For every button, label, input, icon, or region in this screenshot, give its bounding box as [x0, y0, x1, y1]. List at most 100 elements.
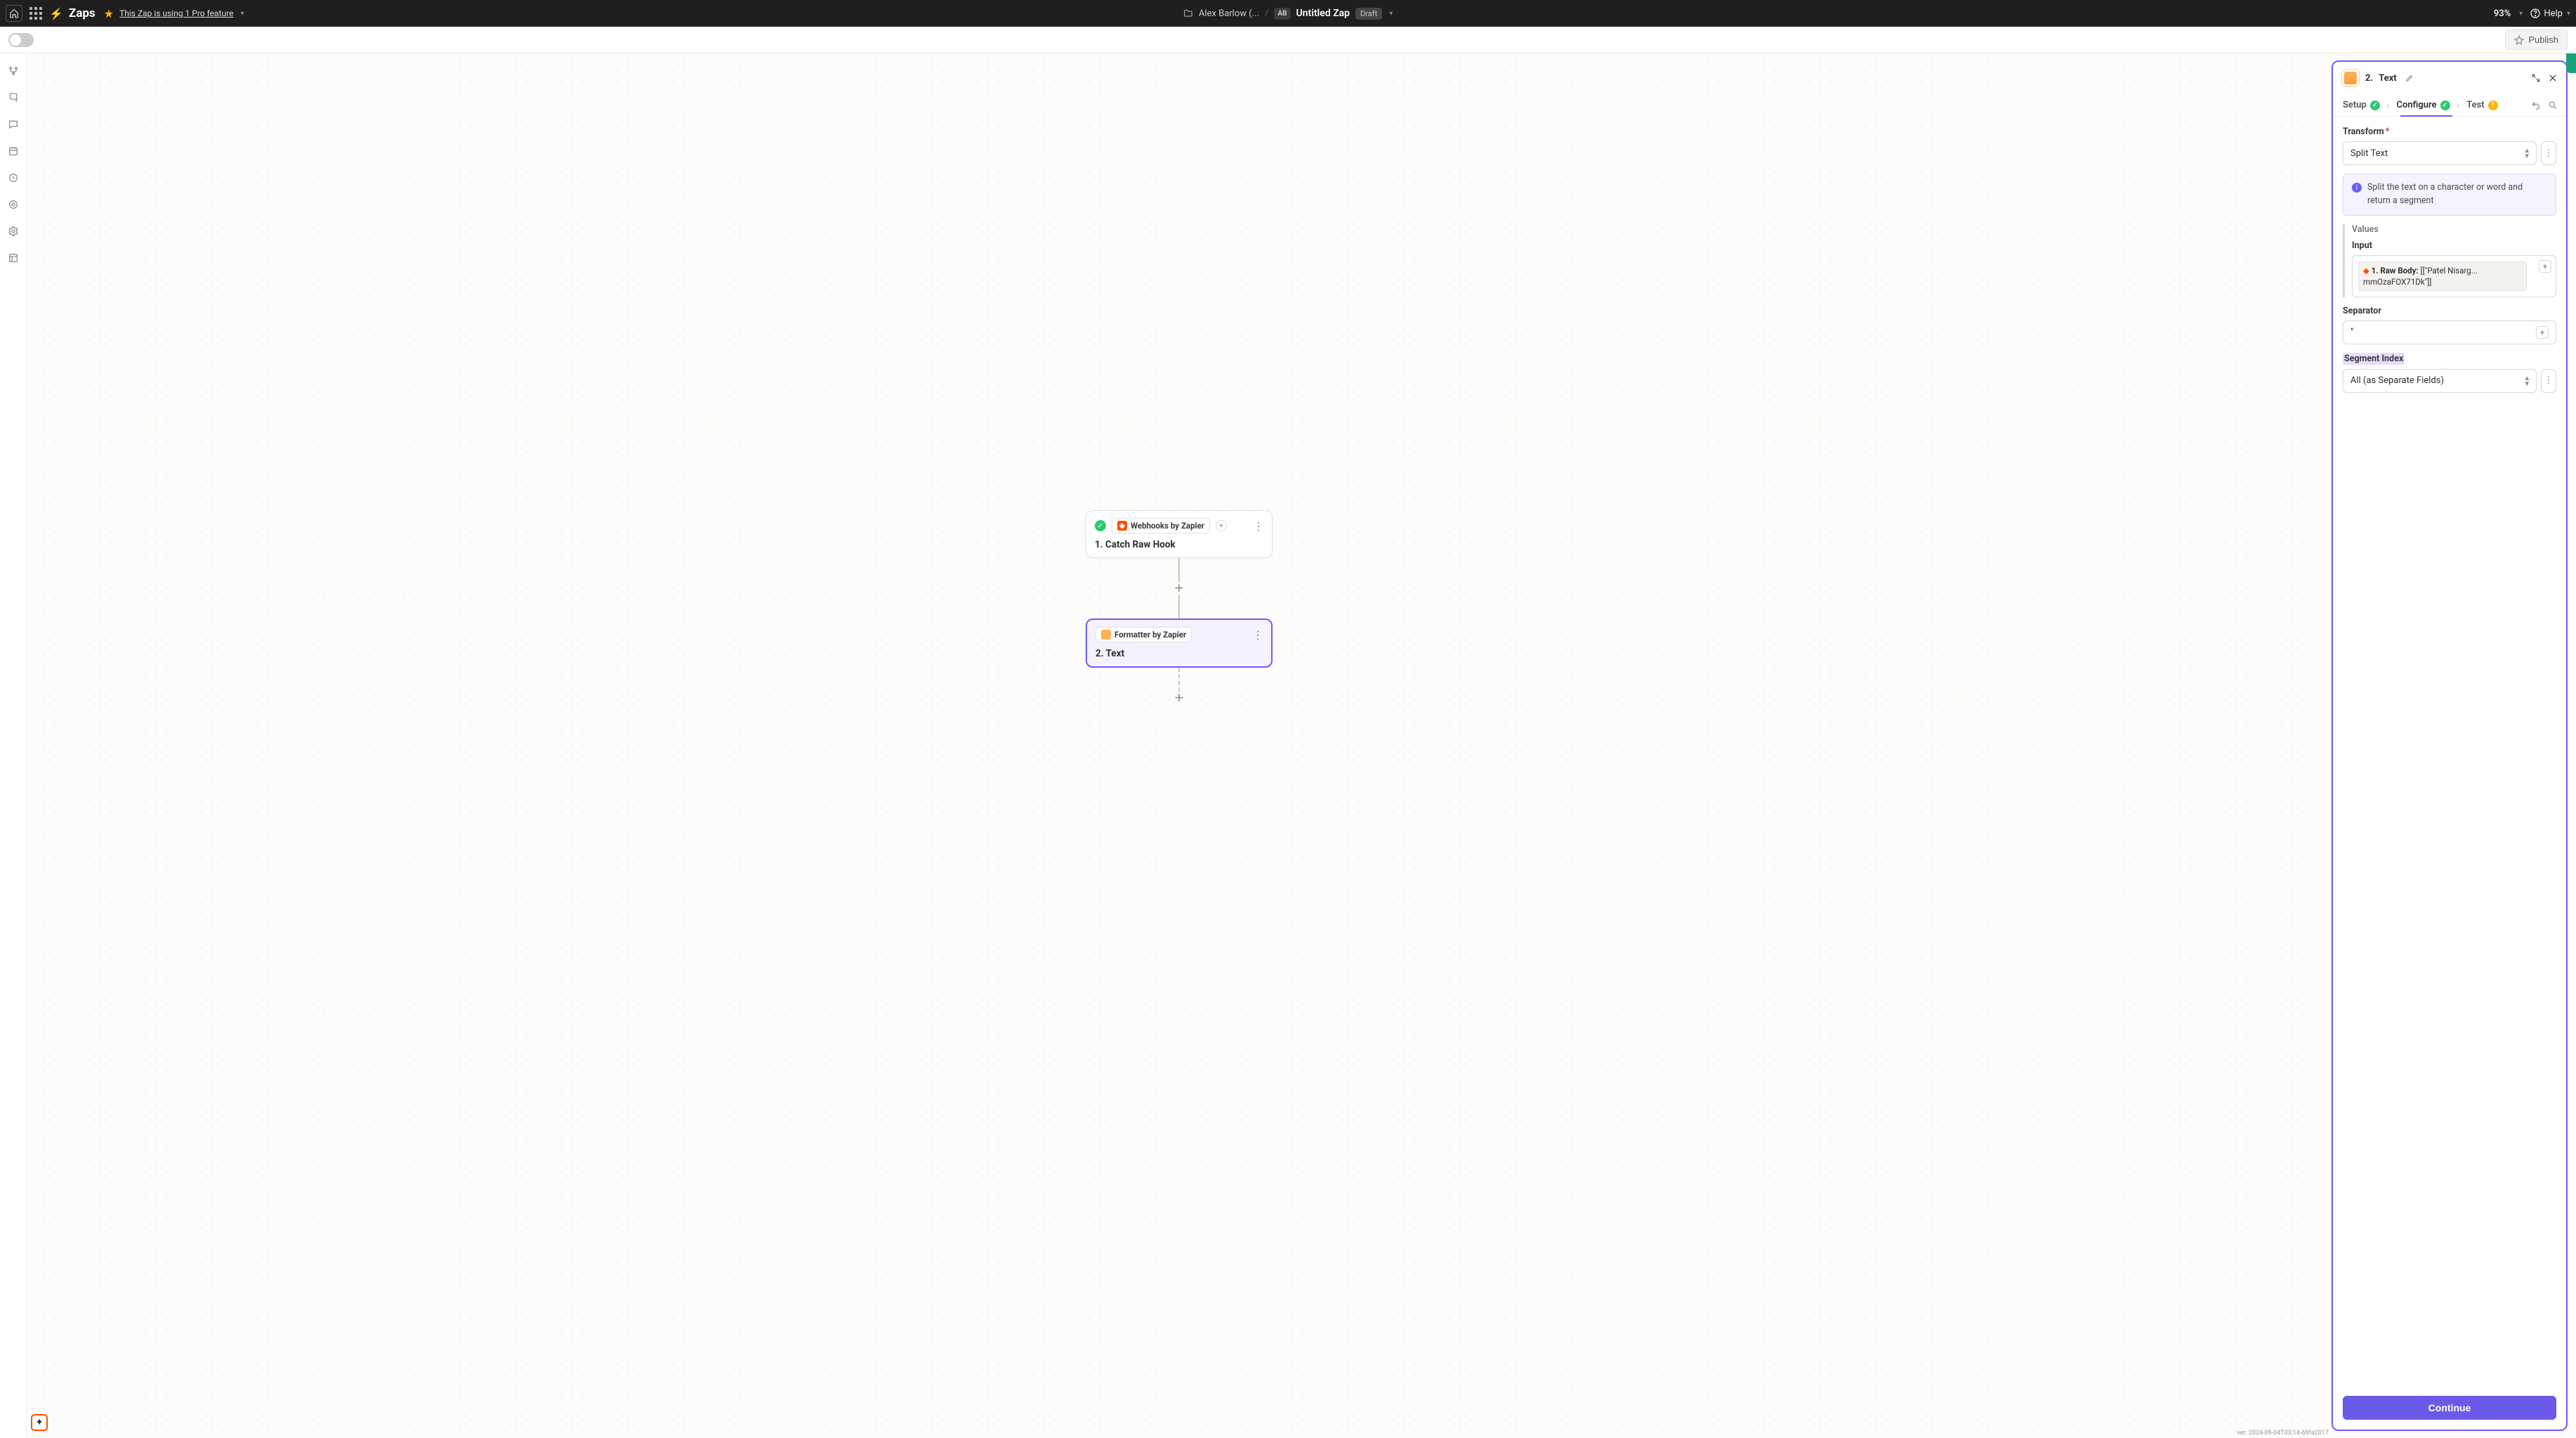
insert-data-button[interactable]: + [2536, 326, 2549, 339]
sort-icon: ▴▾ [2525, 148, 2529, 159]
chevron-right-icon: › [2387, 101, 2390, 110]
status-badge: Draft [1355, 8, 1382, 20]
app-chip-label: Webhooks by Zapier [1131, 521, 1204, 531]
continue-button[interactable]: Continue [2343, 1396, 2556, 1420]
segment-index-select[interactable]: All (as Separate Fields) ▴▾ [2343, 369, 2537, 393]
chevron-down-icon: ▾ [2567, 10, 2570, 18]
rename-icon[interactable] [2405, 74, 2414, 82]
comment-icon[interactable] [7, 118, 20, 131]
app-chip-webhooks[interactable]: ◆ Webhooks by Zapier [1112, 518, 1210, 533]
tab-label: Setup [2343, 100, 2367, 110]
enable-toggle[interactable] [8, 33, 34, 47]
add-app-icon[interactable]: + [1216, 520, 1227, 531]
folder-icon[interactable] [1183, 8, 1193, 18]
step-number: 2. [2365, 73, 2373, 84]
select-value: Split Text [2350, 148, 2388, 159]
sort-icon: ▴▾ [2525, 375, 2529, 387]
add-step-button[interactable]: ＋ [1173, 692, 1185, 704]
publish-button[interactable]: Publish [2505, 30, 2568, 50]
publish-label: Publish [2528, 34, 2558, 45]
versions-icon[interactable] [7, 198, 20, 211]
chevron-right-icon: › [2457, 101, 2460, 110]
side-tab-handle[interactable] [2566, 53, 2576, 73]
panel-tabs: Setup ✓ › Configure ✓ › Test ! [2333, 94, 2566, 117]
canvas[interactable]: ✓ ◆ Webhooks by Zapier + ⋮ 1. Catch Raw … [27, 53, 2331, 1438]
panel-body: Transform* Split Text ▴▾ ⋮ i Split the t… [2333, 117, 2566, 1390]
branches-icon[interactable] [7, 65, 20, 77]
input-value: " [2350, 327, 2353, 338]
chevron-down-icon[interactable]: ▾ [1389, 10, 1393, 18]
breadcrumb-separator: / [1265, 8, 1268, 19]
check-icon: ✓ [2440, 101, 2450, 110]
apps-grid-icon[interactable] [28, 6, 44, 21]
connector-line [1178, 558, 1180, 582]
separator-label: Separator [2343, 306, 2556, 316]
app-chip-label: Formatter by Zapier [1114, 630, 1186, 640]
step-card-1[interactable]: ✓ ◆ Webhooks by Zapier + ⋮ 1. Catch Raw … [1086, 510, 1273, 558]
connector-line [1178, 595, 1180, 618]
assistant-chip[interactable]: ✦ [31, 1414, 48, 1431]
close-icon[interactable] [2548, 73, 2558, 83]
avatar: AB [1274, 8, 1290, 20]
help-button[interactable]: Help ▾ [2530, 8, 2570, 19]
pro-feature-link[interactable]: This Zap is using 1 Pro feature [119, 8, 233, 18]
warning-icon: ! [2488, 101, 2498, 110]
app-name: Zaps [69, 6, 96, 20]
info-icon: i [2352, 183, 2362, 193]
search-icon[interactable] [2548, 101, 2558, 110]
breadcrumb: Alex Barlow (... / AB Untitled Zap Draft… [1183, 8, 1393, 20]
folder-owner[interactable]: Alex Barlow (... [1199, 8, 1259, 19]
panel-title: Text [2379, 73, 2397, 84]
note-icon[interactable] [7, 91, 20, 104]
tab-configure[interactable]: Configure ✓ [2395, 94, 2451, 116]
chevron-down-icon[interactable]: ▾ [240, 10, 244, 18]
formatter-icon [2341, 69, 2360, 87]
info-text: Split the text on a character or word an… [2367, 181, 2547, 208]
details-icon[interactable] [7, 252, 20, 264]
transform-select[interactable]: Split Text ▴▾ [2343, 141, 2537, 165]
gear-icon[interactable] [7, 225, 20, 238]
step-editor-panel: 2. Text Setup ✓ › Configure ✓ › Test [2331, 60, 2568, 1431]
panel-header: 2. Text [2333, 62, 2566, 94]
expand-icon[interactable] [2531, 73, 2541, 83]
webhooks-icon: ◆ [1117, 521, 1127, 531]
info-banner: i Split the text on a character or word … [2343, 174, 2556, 216]
secondary-bar: Publish [0, 27, 2576, 53]
insert-data-button[interactable]: + [2539, 260, 2551, 273]
step-card-2[interactable]: Formatter by Zapier ⋮ 2. Text [1086, 618, 1273, 668]
top-bar: ⚡ Zaps ★ This Zap is using 1 Pro feature… [0, 0, 2576, 27]
zoom-level[interactable]: 93% [2494, 8, 2511, 19]
transform-label: Transform* [2343, 127, 2556, 137]
input-label: Input [2352, 240, 2556, 251]
tab-setup[interactable]: Setup ✓ [2341, 94, 2381, 116]
bolt-icon: ⚡ [49, 7, 63, 20]
add-step-button[interactable]: ＋ [1173, 582, 1185, 595]
app-chip-formatter[interactable]: Formatter by Zapier [1095, 627, 1192, 642]
help-label: Help [2544, 8, 2563, 19]
home-button[interactable] [6, 5, 22, 22]
star-icon[interactable]: ★ [104, 7, 114, 20]
step-title: 1. Catch Raw Hook [1095, 539, 1263, 550]
chevron-down-icon[interactable]: ▾ [2519, 10, 2523, 18]
check-icon: ✓ [2370, 101, 2380, 110]
tab-label: Configure [2396, 100, 2436, 110]
undo-icon[interactable] [2531, 101, 2541, 110]
segment-index-label: Segment Index [2343, 353, 2405, 365]
more-menu-icon[interactable]: ⋮ [1252, 628, 1263, 642]
status-check-icon: ✓ [1095, 520, 1106, 531]
separator-input[interactable]: " + [2343, 320, 2556, 344]
zap-name[interactable]: Untitled Zap [1296, 8, 1349, 19]
input-field[interactable]: ◆ 1. Raw Body: [["Patel Nisarg... mmOzaF… [2352, 255, 2556, 297]
connector-line [1178, 668, 1180, 692]
data-pill[interactable]: ◆ 1. Raw Body: [["Patel Nisarg... mmOzaF… [2358, 261, 2527, 291]
field-options-button[interactable]: ⋮ [2541, 141, 2556, 165]
more-menu-icon[interactable]: ⋮ [1253, 519, 1263, 533]
formatter-icon [1101, 630, 1111, 640]
step-title: 2. Text [1095, 648, 1263, 659]
left-rail [0, 53, 27, 1438]
calendar-icon[interactable] [7, 145, 20, 157]
clock-icon[interactable] [7, 171, 20, 184]
tab-test[interactable]: Test ! [2465, 94, 2499, 116]
values-group-label: Values [2352, 224, 2556, 235]
field-options-button[interactable]: ⋮ [2541, 369, 2556, 393]
